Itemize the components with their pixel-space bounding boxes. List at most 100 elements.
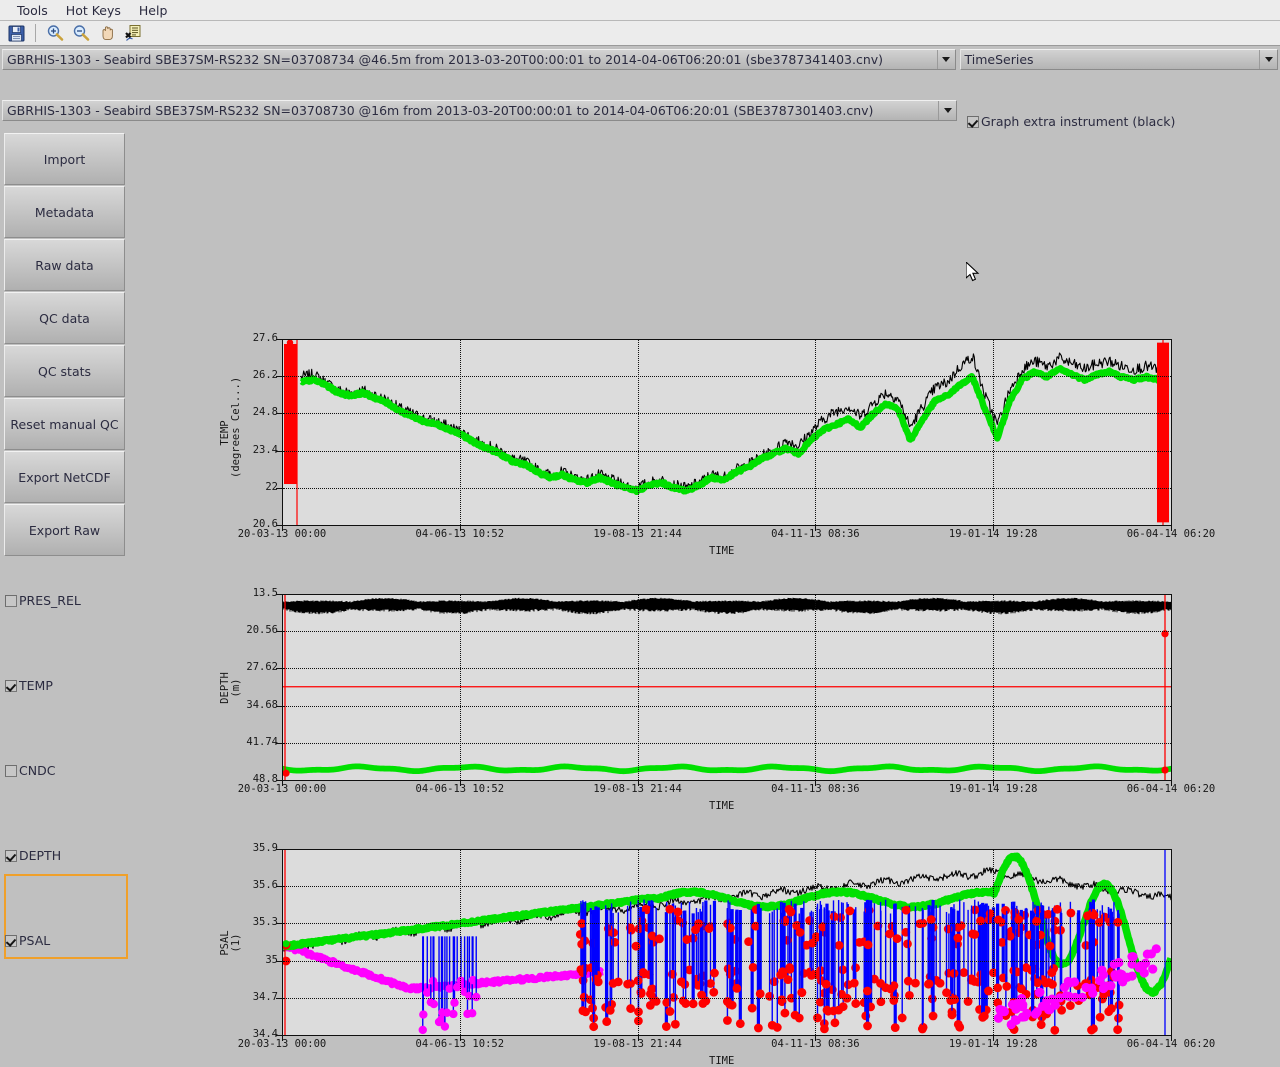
x-gridline [637,595,639,780]
menu-help[interactable]: Help [130,1,177,20]
depth-primary-series [283,763,1171,775]
export-raw-button[interactable]: Export Raw [4,504,125,556]
temp-checkbox[interactable] [5,679,17,692]
psal-bad-point [886,984,895,994]
y-tick-mark [276,413,282,415]
y-tick-mark [276,594,282,595]
psal-bad-point [1114,1000,1124,1010]
graph-extra-instrument-checkbox[interactable] [967,115,979,128]
psal-bad-point [903,939,912,949]
psal-bad-point [647,984,657,994]
psal-bad-point [626,1004,636,1013]
export-netcdf-button[interactable]: Export NetCDF [4,451,125,503]
y-gridline [283,997,1171,999]
psal-bad-point [834,940,844,950]
chevron-down-icon[interactable] [1259,50,1277,69]
chevron-down-icon[interactable] [938,101,956,120]
psal-bad-point [581,1007,590,1017]
psal-bad-point [1113,1025,1123,1035]
variable-checkbox-pres-rel[interactable]: PRES_REL [5,593,81,608]
x-tick-mark [815,1036,817,1041]
psal-bad-point [1052,904,1062,914]
y-tick-mark [276,450,282,452]
psal-suspect-point [1151,944,1161,954]
psal-bad-point [993,983,1003,993]
psal-bad-point [665,904,675,914]
psal-bad-point [1033,978,1042,988]
psal-suspect-point [1148,964,1158,974]
psal-checkbox[interactable] [5,934,17,947]
graph-extra-instrument-row[interactable]: Graph extra instrument (black) [967,114,1175,129]
psal-suspect-point [1020,1012,1030,1022]
x-tick-mark [637,781,639,786]
variable-checkbox-cndc[interactable]: CNDC [5,763,55,778]
psal-bad-point [794,1013,804,1023]
variable-checkbox-depth[interactable]: DEPTH [5,848,61,863]
psal-bad-point [1001,906,1010,915]
psal-suspect-point [1122,972,1132,982]
y-tick-label: 35.6 [252,879,278,892]
psal-bad-point [623,979,633,989]
instrument-extra-value: GBRHIS-1303 - Seabird SBE37SM-RS232 SN=0… [7,103,874,118]
instrument-extra-combo[interactable]: GBRHIS-1303 - Seabird SBE37SM-RS232 SN=0… [2,100,957,121]
psal-bad-point [942,988,951,998]
psal-suspect-point [1088,988,1098,998]
psal-plot-area[interactable] [282,849,1172,1036]
psal-bad-point [863,1021,872,1031]
x-gridline [459,340,461,525]
zoom-out-icon[interactable] [69,22,93,44]
psal-bad-point [1036,1020,1046,1030]
depth-plot-area[interactable] [282,594,1172,781]
toolbar-separator [35,24,36,42]
psal-bad-point [1066,908,1076,918]
psal-suspect-point [1032,1007,1042,1017]
cndc-checkbox[interactable] [5,764,17,777]
psal-bad-point [897,1013,907,1023]
y-tick-mark [276,849,282,850]
psal-bad-point [783,975,793,985]
variable-checkbox-psal[interactable]: PSAL [5,933,50,948]
psal-bad-point [924,979,934,989]
psal-bad-point [1089,910,1099,920]
psal-bad-point [1047,968,1057,978]
x-tick-mark [993,526,995,531]
depth-checkbox[interactable] [5,849,17,862]
psal-bad-point [735,1019,745,1029]
x-tick-mark [1171,1036,1172,1041]
psal-bad-point [813,1013,822,1023]
y-tick-label: 27.6 [252,332,278,344]
y-tick-mark [276,960,282,962]
psal-bad-point [681,999,691,1008]
y-tick-label: 35.9 [252,842,278,854]
menu-hot-keys[interactable]: Hot Keys [57,1,130,20]
psal-bad-point [785,963,795,972]
x-tick-mark [1171,526,1172,531]
add-annotation-icon[interactable] [121,22,145,44]
x-gridline [459,595,461,780]
y-gridline [283,487,1171,489]
x-gridline [637,340,639,525]
psal-bad-point [767,1020,777,1030]
save-icon[interactable] [4,22,28,44]
pres-rel-checkbox[interactable] [5,594,17,607]
plot-type-combo[interactable]: TimeSeries [959,49,1278,70]
y-gridline [283,960,1171,962]
y-gridline [283,886,1171,888]
tool-bar [0,21,1280,46]
x-gridline [993,340,995,525]
menu-tools[interactable]: Tools [8,1,57,20]
depth-flag-marker [1161,766,1169,774]
psal-bad-point [631,941,641,951]
pan-hand-icon[interactable] [95,22,119,44]
x-tick-mark [637,526,639,531]
instrument-primary-combo[interactable]: GBRHIS-1303 - Seabird SBE37SM-RS232 SN=0… [2,49,956,70]
zoom-in-icon[interactable] [43,22,67,44]
psal-bad-point [953,933,963,943]
y-tick-mark [276,376,282,378]
psal-bad-point [845,906,855,916]
psal-bad-point [704,924,714,933]
psal-suspect-point [1047,994,1057,1004]
variable-checkbox-temp[interactable]: TEMP [5,678,53,693]
chevron-down-icon[interactable] [936,50,955,69]
selector-row-primary: GBRHIS-1303 - Seabird SBE37SM-RS232 SN=0… [0,49,1280,70]
